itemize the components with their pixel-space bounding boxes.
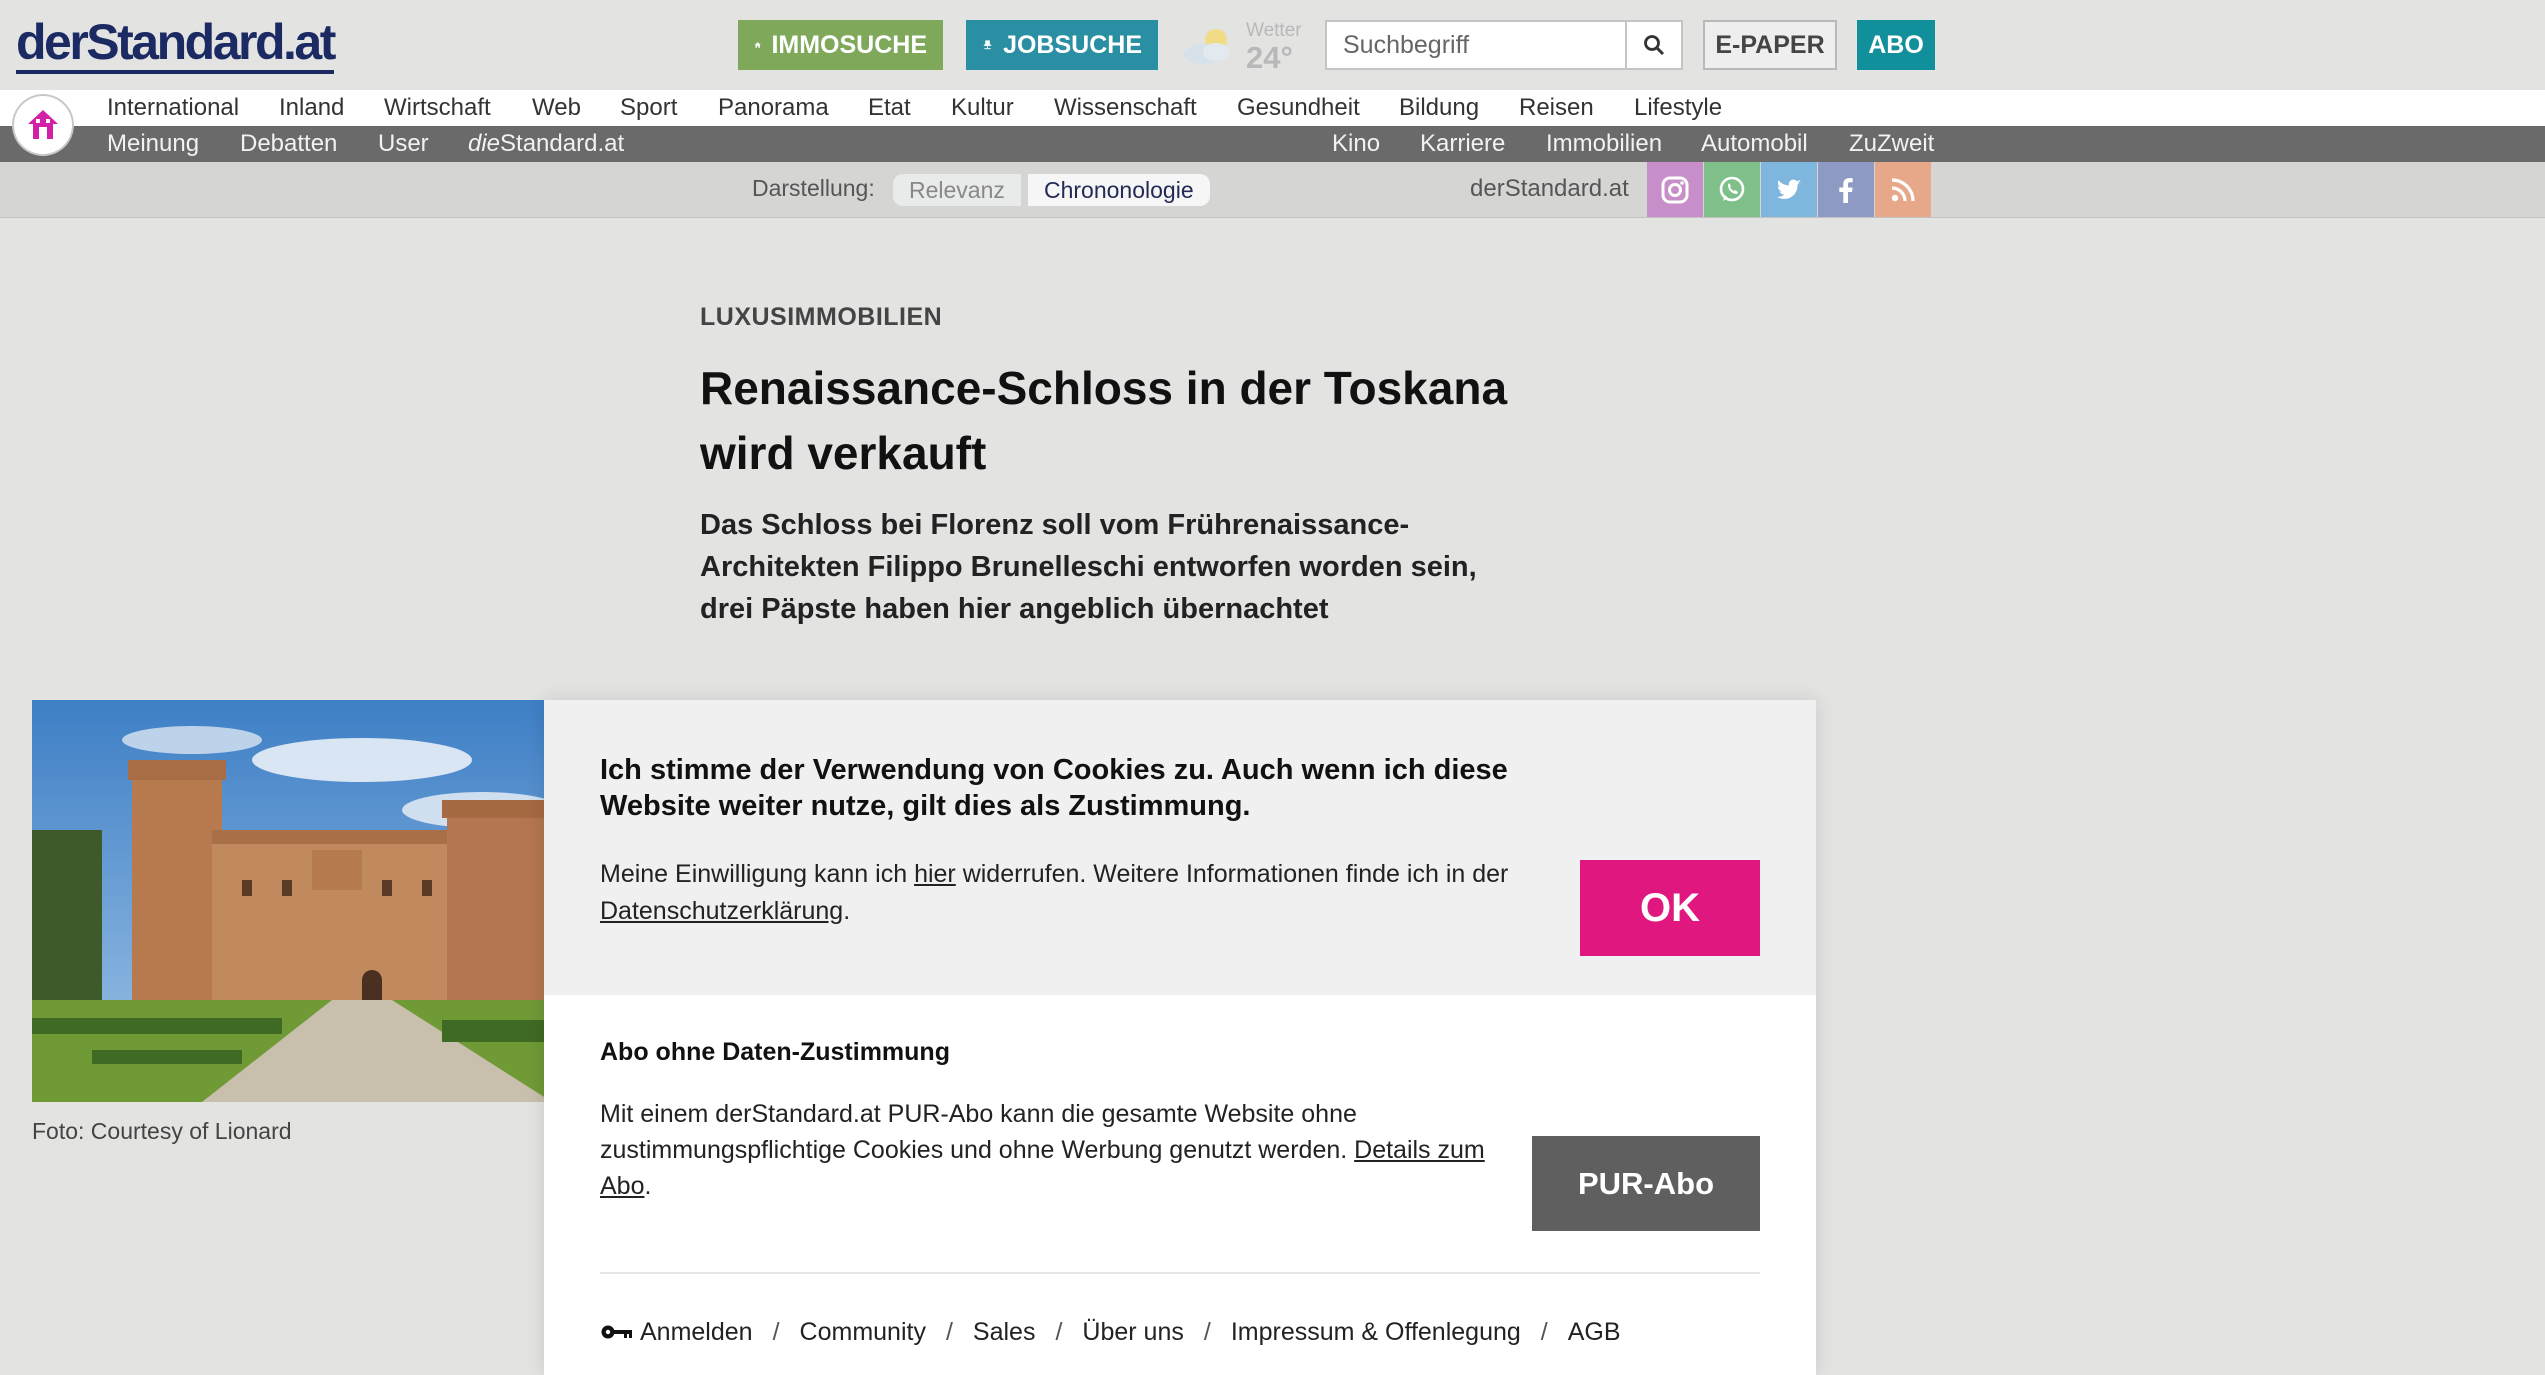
diestandard-suffix: Standard.at: [500, 130, 625, 157]
jobsuche-button[interactable]: JOBSUCHE: [966, 20, 1158, 70]
cookie-consent-section: Ich stimme der Verwendung von Cookies zu…: [544, 700, 1816, 995]
nav-item-automobil[interactable]: Automobil: [1701, 126, 1808, 162]
home-icon: [28, 110, 58, 139]
cookie-text-part1: Meine Einwilligung kann ich: [600, 860, 915, 888]
nav-item-user[interactable]: User: [378, 126, 429, 162]
nav-item-karriere[interactable]: Karriere: [1420, 126, 1505, 162]
cookie-text-part2: widerrufen. Weitere Informationen finde …: [955, 860, 1509, 888]
nav-item-inland[interactable]: Inland: [279, 90, 344, 126]
separator: /: [1055, 1317, 1063, 1346]
imprint-link[interactable]: Impressum & Offenlegung: [1231, 1318, 1521, 1347]
login-link[interactable]: Anmelden: [640, 1318, 753, 1347]
nav-item-etat[interactable]: Etat: [868, 90, 911, 126]
nav-item-wirtschaft[interactable]: Wirtschaft: [384, 90, 491, 126]
nav-item-meinung[interactable]: Meinung: [107, 126, 199, 162]
cookie-title: Ich stimme der Verwendung von Cookies zu…: [600, 754, 1508, 822]
primary-navigation: International Inland Wirtschaft Web Spor…: [0, 90, 2545, 126]
nav-item-lifestyle[interactable]: Lifestyle: [1634, 90, 1722, 126]
facebook-button[interactable]: [1818, 162, 1874, 217]
abo-title: Abo ohne Daten-Zustimmung: [600, 1038, 950, 1066]
display-bar: Darstellung: Relevanz Chrononologie derS…: [0, 162, 2545, 218]
secondary-navigation: Meinung Debatten User dieStandard.at Kin…: [0, 126, 2545, 162]
article-lede: Das Schloss bei Florenz soll vom Frühren…: [700, 509, 1477, 625]
nav-item-sport[interactable]: Sport: [620, 90, 677, 126]
facebook-icon: [1839, 177, 1853, 203]
castle-photo-image: [32, 700, 544, 1102]
nav-item-gesundheit[interactable]: Gesundheit: [1237, 90, 1360, 126]
whatsapp-button[interactable]: [1704, 162, 1760, 217]
diestandard-prefix: die: [468, 130, 501, 157]
agb-link[interactable]: AGB: [1568, 1318, 1621, 1347]
nav-item-bildung[interactable]: Bildung: [1399, 90, 1479, 126]
search-input[interactable]: [1327, 22, 1627, 68]
footer-links: Anmelden / Community / Sales / Über uns …: [600, 1312, 1621, 1352]
abo-text: Mit einem derStandard.at PUR-Abo kann di…: [600, 1096, 1510, 1204]
nav-item-kino[interactable]: Kino: [1332, 126, 1380, 162]
search-box: [1325, 20, 1683, 70]
abo-text-part1: Mit einem derStandard.at PUR-Abo kann di…: [600, 1100, 1357, 1164]
nav-item-reisen[interactable]: Reisen: [1519, 90, 1594, 126]
article-kicker: LUXUSIMMOBILIEN: [700, 303, 943, 331]
weather-temperature: 24°: [1246, 40, 1293, 75]
nav-item-diestandard[interactable]: dieStandard.at: [468, 126, 624, 162]
separator: /: [1540, 1317, 1548, 1346]
epaper-button[interactable]: E-PAPER: [1703, 20, 1837, 70]
twitter-icon: [1777, 179, 1801, 199]
privacy-policy-link[interactable]: Datenschutzerklärung: [600, 897, 843, 925]
sales-link[interactable]: Sales: [973, 1318, 1036, 1347]
article-headline: Renaissance-Schloss in der Toskana wird …: [700, 362, 1508, 479]
house-icon: [754, 42, 761, 48]
article-photo[interactable]: [32, 700, 544, 1102]
nav-item-panorama[interactable]: Panorama: [718, 90, 829, 126]
cookie-text: Meine Einwilligung kann ich hier widerru…: [600, 856, 1560, 930]
cookie-consent-dialog: Ich stimme der Verwendung von Cookies zu…: [544, 700, 1816, 1375]
immosuche-button[interactable]: IMMOSUCHE: [738, 20, 943, 70]
nav-item-zuzweit[interactable]: ZuZweit: [1849, 126, 1934, 162]
toggle-chronologie[interactable]: Chrononologie: [1028, 174, 1210, 206]
display-label: Darstellung:: [752, 175, 875, 201]
instagram-button[interactable]: [1647, 162, 1703, 217]
key-icon: [601, 1325, 632, 1339]
ok-button[interactable]: OK: [1580, 860, 1760, 956]
separator: /: [1203, 1317, 1211, 1346]
twitter-button[interactable]: [1761, 162, 1817, 217]
whatsapp-icon: [1719, 176, 1745, 201]
nav-item-wissenschaft[interactable]: Wissenschaft: [1054, 90, 1197, 126]
home-button[interactable]: [14, 96, 72, 154]
immosuche-label: IMMOSUCHE: [771, 30, 927, 59]
search-button[interactable]: [1625, 22, 1681, 68]
revoke-link[interactable]: hier: [914, 860, 956, 888]
nav-item-immobilien[interactable]: Immobilien: [1546, 126, 1662, 162]
partly-cloudy-icon: [1184, 29, 1229, 64]
jobsuche-label: JOBSUCHE: [1003, 30, 1142, 59]
abo-button[interactable]: ABO: [1857, 20, 1935, 70]
site-logo[interactable]: derStandard.at: [16, 16, 336, 74]
search-icon: [1644, 35, 1665, 56]
office-chair-icon: [983, 40, 992, 50]
toggle-relevanz[interactable]: Relevanz: [893, 174, 1021, 206]
weather-widget[interactable]: Wetter 24°: [1178, 16, 1308, 76]
instagram-icon: [1661, 176, 1689, 203]
brand-label: derStandard.at: [1470, 175, 1629, 202]
site-header: derStandard.at IMMOSUCHE JOBSUCHE Wetter…: [0, 0, 2545, 90]
nav-item-international[interactable]: International: [107, 90, 239, 126]
nav-item-kultur[interactable]: Kultur: [951, 90, 1014, 126]
separator: /: [945, 1317, 953, 1346]
cookie-text-part3: .: [843, 897, 851, 925]
photo-caption: Foto: Courtesy of Lionard: [32, 1118, 292, 1144]
community-link[interactable]: Community: [800, 1318, 926, 1347]
abo-text-part2: .: [644, 1172, 652, 1200]
rss-button[interactable]: [1875, 162, 1931, 217]
about-link[interactable]: Über uns: [1082, 1318, 1183, 1347]
pur-abo-button[interactable]: PUR-Abo: [1532, 1136, 1760, 1231]
divider: [600, 1272, 1760, 1274]
weather-label: Wetter: [1246, 20, 1302, 41]
nav-item-debatten[interactable]: Debatten: [240, 126, 337, 162]
separator: /: [772, 1317, 780, 1346]
rss-icon: [1891, 177, 1915, 201]
nav-item-web[interactable]: Web: [532, 90, 581, 126]
